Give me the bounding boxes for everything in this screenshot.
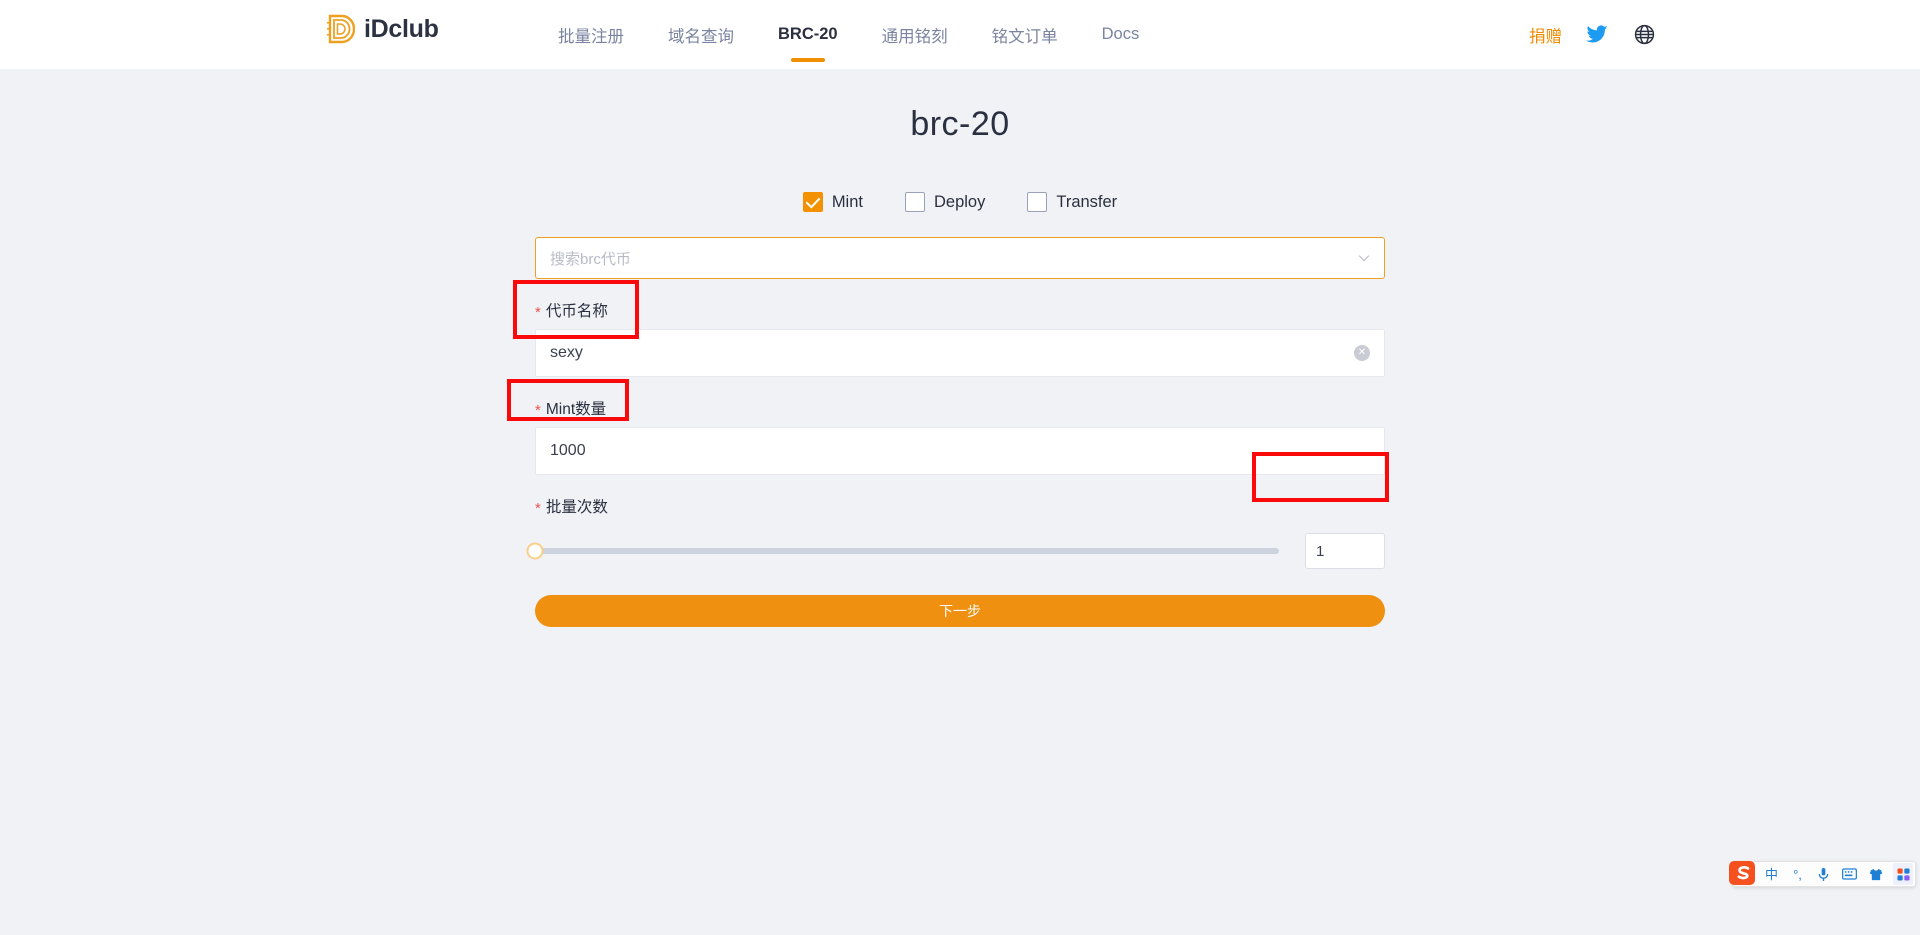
checkbox-deploy-label: Deploy [933,192,986,211]
sogou-ime-toolbar: 中 °, [1729,861,1916,887]
page-title: brc-20 [910,105,1010,143]
site-header: iDclub 批量注册 域名查询 BRC-20 通用铭刻 铭文订单 Docs 捐… [0,0,1920,69]
nav-label: Docs [1101,25,1140,43]
brc20-form: Mint Deploy Transfer 搜索brc代币 * 代币名称 sexy… [507,192,1389,627]
checkbox-mint[interactable]: Mint [802,192,863,212]
header-actions: 捐赠 [1529,0,1656,69]
checkbox-mint-box[interactable] [802,192,823,212]
next-step-button[interactable]: 下一步 [535,595,1385,627]
slider-track [535,548,1279,554]
chevron-down-icon [1358,255,1370,262]
microphone-icon[interactable] [1815,864,1832,884]
nav-item-domain-search[interactable]: 域名查询 [646,0,756,69]
brand-logo[interactable]: iDclub [327,14,439,44]
checkbox-deploy-box[interactable] [904,192,925,212]
globe-icon[interactable] [1632,23,1656,47]
page-content: brc-20 Mint Deploy Transfer 搜索brc代币 * 代币… [0,105,1920,627]
required-asterisk: * [535,401,541,419]
idclub-logo-icon [327,14,355,44]
mint-amount-label: * Mint数量 [535,397,1385,419]
nav-item-inscription-orders[interactable]: 铭文订单 [970,0,1080,69]
nav-item-docs[interactable]: Docs [1080,0,1162,69]
slider-handle[interactable] [526,542,544,560]
nav-item-general-inscribe[interactable]: 通用铭刻 [860,0,970,69]
required-asterisk: * [535,499,541,517]
brand-name: iDclub [364,14,439,43]
clear-circle-icon[interactable]: ✕ [1354,345,1370,361]
required-asterisk: * [535,303,541,321]
nav-item-brc20[interactable]: BRC-20 [756,0,860,69]
token-search-placeholder: 搜索brc代币 [550,250,631,268]
mint-amount-input[interactable] [550,428,1370,474]
mint-amount-field[interactable] [535,427,1385,475]
checkbox-transfer-label: Transfer [1056,192,1118,211]
twitter-bird-icon[interactable] [1585,23,1609,47]
token-name-label: * 代币名称 [535,299,1385,321]
token-name-label-text: 代币名称 [545,303,608,320]
sogou-logo-icon[interactable] [1727,858,1759,890]
nav-label: 域名查询 [668,27,734,46]
batch-count-label: * 批量次数 [535,495,1385,517]
chinese-mode-icon[interactable]: 中 [1763,864,1780,884]
batch-count-row [526,525,1385,577]
checkbox-mint-label: Mint [831,192,863,211]
batch-count-slider[interactable] [526,542,1279,560]
batch-count-label-text: 批量次数 [545,499,608,516]
soft-keyboard-icon[interactable] [1841,864,1858,884]
checkbox-transfer-box[interactable] [1027,192,1048,212]
batch-count-input[interactable] [1316,542,1374,560]
token-name-field[interactable]: ✕ [535,329,1385,377]
checkbox-deploy[interactable]: Deploy [904,192,986,212]
mint-amount-label-text: Mint数量 [545,401,607,418]
nav-label: 通用铭刻 [881,27,948,46]
operation-checkbox-group: Mint Deploy Transfer [535,192,1385,212]
skin-shirt-icon[interactable] [1867,864,1884,884]
donate-link[interactable]: 捐赠 [1529,23,1562,47]
nav-label: 批量注册 [558,27,624,46]
nav-label: BRC-20 [778,25,838,43]
punctuation-mode-icon[interactable]: °, [1789,864,1806,884]
checkbox-transfer[interactable]: Transfer [1027,192,1117,212]
token-search-select[interactable]: 搜索brc代币 [535,237,1385,279]
batch-count-number-field[interactable] [1305,533,1385,569]
token-name-input[interactable] [550,330,1370,376]
apps-grid-icon[interactable] [1893,863,1913,885]
nav-label: 铭文订单 [991,27,1058,46]
nav-item-batch-register[interactable]: 批量注册 [536,0,646,69]
main-nav: 批量注册 域名查询 BRC-20 通用铭刻 铭文订单 Docs [536,0,1161,69]
